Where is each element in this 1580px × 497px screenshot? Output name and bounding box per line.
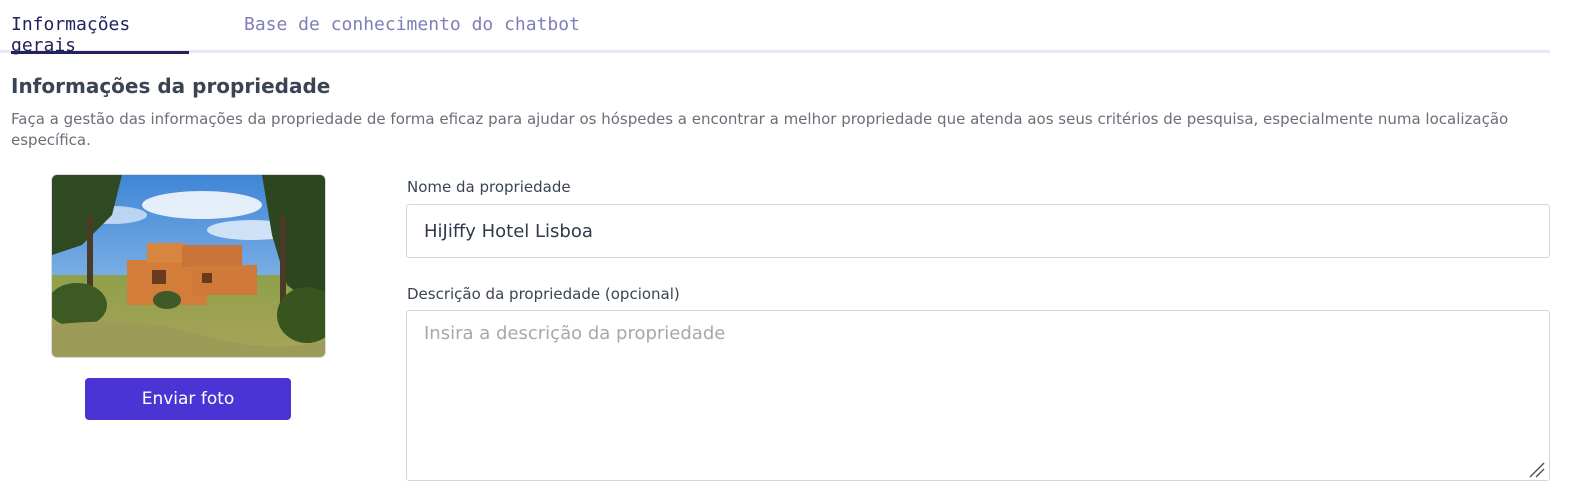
property-description-label: Descrição da propriedade (opcional) bbox=[407, 285, 680, 303]
tab-chatbot-knowledge-base[interactable]: Base de conhecimento do chatbot bbox=[244, 14, 580, 35]
tab-general-info[interactable]: Informações gerais bbox=[11, 14, 189, 56]
section-description: Faça a gestão das informações da proprie… bbox=[11, 110, 1509, 149]
upload-photo-button[interactable]: Enviar foto bbox=[85, 378, 291, 420]
tab-bar: Informações gerais Base de conhecimento … bbox=[0, 0, 1550, 56]
section-title: Informações da propriedade bbox=[11, 74, 331, 98]
property-name-input[interactable] bbox=[406, 204, 1550, 258]
resize-handle-icon[interactable] bbox=[1528, 461, 1546, 479]
property-photo bbox=[51, 174, 326, 358]
property-name-label: Nome da propriedade bbox=[407, 178, 571, 196]
property-description-textarea[interactable] bbox=[406, 310, 1550, 481]
